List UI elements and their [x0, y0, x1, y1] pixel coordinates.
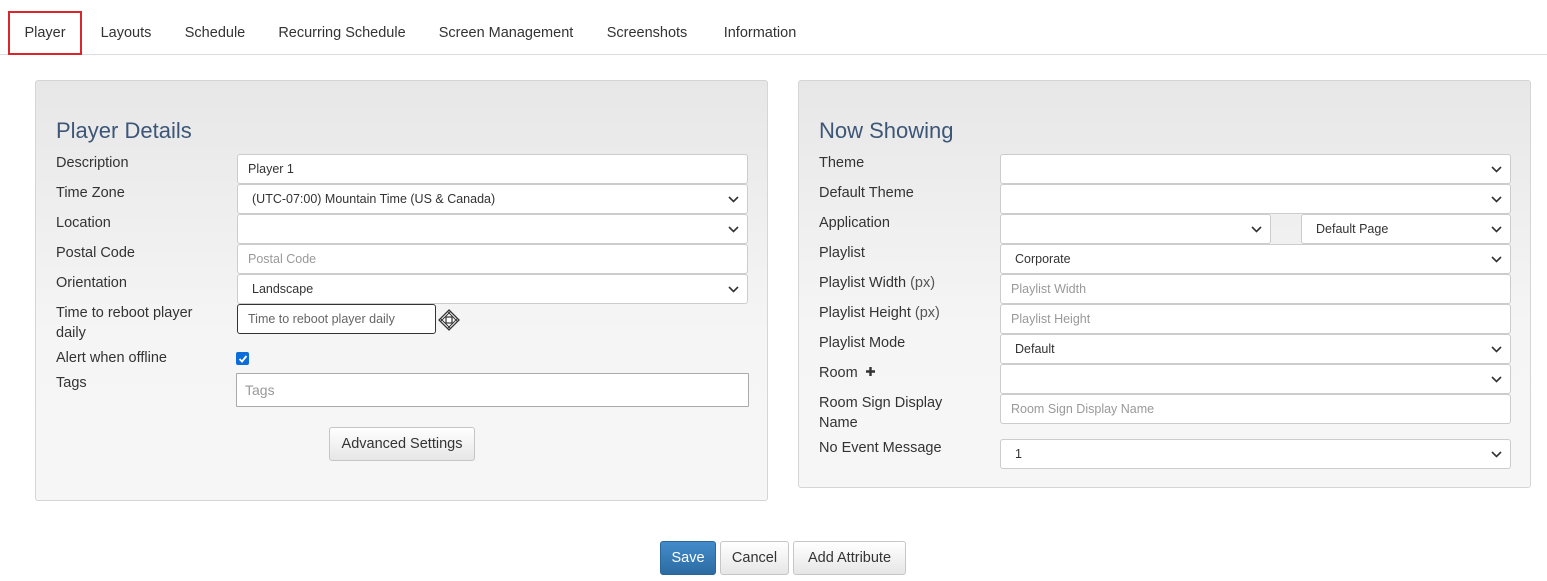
time-zone-value: (UTC-07:00) Mountain Time (US & Canada) — [252, 192, 496, 206]
player-details-title: Player Details — [56, 118, 192, 143]
chevron-down-icon — [1491, 185, 1502, 213]
playlist-height-label-text: Playlist Height — [819, 305, 911, 321]
reboot-label-line1: Time to reboot player — [56, 305, 193, 321]
playlist-label: Playlist — [819, 245, 865, 261]
tab-recurring-schedule[interactable]: Recurring Schedule — [270, 11, 414, 55]
alert-offline-checkbox[interactable] — [236, 352, 249, 365]
time-zone-label: Time Zone — [56, 185, 125, 201]
player-details-panel: Player Details Description Player 1 Time… — [35, 80, 768, 501]
tab-bar: Player Layouts Schedule Recurring Schedu… — [0, 0, 1547, 55]
postal-code-label: Postal Code — [56, 245, 135, 261]
application-page-select[interactable]: Default Page — [1301, 214, 1511, 244]
add-attribute-button[interactable]: Add Attribute — [793, 541, 906, 575]
chevron-down-icon — [1251, 215, 1262, 243]
tags-input[interactable]: Tags — [236, 373, 749, 407]
now-showing-panel: Now Showing Theme Default Theme Applicat… — [798, 80, 1531, 488]
playlist-height-unit: (px) — [914, 305, 940, 321]
location-label: Location — [56, 215, 111, 231]
chevron-down-icon — [1491, 335, 1502, 363]
chevron-down-icon — [728, 215, 739, 243]
room-sign-label-line2: Name — [819, 415, 858, 431]
room-sign-label: Room Sign Display Name — [819, 393, 942, 433]
application-label: Application — [819, 215, 890, 231]
time-zone-select[interactable]: (UTC-07:00) Mountain Time (US & Canada) — [237, 184, 748, 214]
no-event-message-select[interactable]: 1 — [1000, 439, 1511, 469]
playlist-width-input[interactable]: Playlist Width — [1000, 274, 1511, 304]
theme-select[interactable] — [1000, 154, 1511, 184]
chevron-down-icon — [1491, 215, 1502, 243]
playlist-select[interactable]: Corporate — [1000, 244, 1511, 274]
playlist-mode-label: Playlist Mode — [819, 335, 906, 351]
description-input[interactable]: Player 1 — [237, 154, 748, 184]
orientation-label: Orientation — [56, 275, 127, 291]
tab-screenshots[interactable]: Screenshots — [598, 11, 696, 55]
alert-offline-label: Alert when offline — [56, 350, 167, 366]
default-theme-select[interactable] — [1000, 184, 1511, 214]
playlist-mode-select[interactable]: Default — [1000, 334, 1511, 364]
chevron-down-icon — [728, 275, 739, 303]
location-select[interactable] — [237, 214, 748, 244]
now-showing-title: Now Showing — [819, 118, 954, 143]
tab-schedule[interactable]: Schedule — [176, 11, 254, 55]
tab-player[interactable]: Player — [8, 11, 82, 55]
tab-screen-management[interactable]: Screen Management — [430, 11, 582, 55]
playlist-height-input[interactable]: Playlist Height — [1000, 304, 1511, 334]
default-theme-label: Default Theme — [819, 185, 914, 201]
playlist-height-label: Playlist Height (px) — [819, 303, 940, 323]
plus-icon[interactable] — [865, 363, 876, 383]
playlist-width-label-text: Playlist Width — [819, 275, 907, 291]
chevron-down-icon — [1491, 440, 1502, 468]
playlist-mode-value: Default — [1015, 342, 1055, 356]
save-button[interactable]: Save — [660, 541, 716, 575]
application-page-value: Default Page — [1316, 222, 1389, 236]
postal-code-input[interactable]: Postal Code — [237, 244, 748, 274]
advanced-settings-button[interactable]: Advanced Settings — [329, 427, 475, 461]
orientation-select[interactable]: Landscape — [237, 274, 748, 304]
playlist-width-unit: (px) — [910, 275, 936, 291]
tab-information[interactable]: Information — [712, 11, 808, 55]
room-sign-label-line1: Room Sign Display — [819, 395, 943, 411]
tags-label: Tags — [56, 375, 87, 391]
chevron-down-icon — [728, 185, 739, 213]
playlist-value: Corporate — [1015, 252, 1071, 266]
chevron-down-icon — [1491, 365, 1502, 393]
tab-layouts[interactable]: Layouts — [90, 11, 162, 55]
room-label-text: Room — [819, 365, 858, 381]
reboot-label-line2: daily — [56, 325, 86, 341]
room-select[interactable] — [1000, 364, 1511, 394]
reboot-time-input[interactable]: Time to reboot player daily — [237, 304, 436, 334]
playlist-width-label: Playlist Width (px) — [819, 273, 935, 293]
orientation-value: Landscape — [252, 282, 314, 296]
chevron-down-icon — [1491, 155, 1502, 183]
chevron-down-icon — [1491, 245, 1502, 273]
cancel-button[interactable]: Cancel — [720, 541, 789, 575]
reboot-label: Time to reboot player daily — [56, 303, 192, 343]
application-select[interactable] — [1000, 214, 1271, 244]
no-event-message-label: No Event Message — [819, 440, 942, 456]
description-label: Description — [56, 155, 129, 171]
room-label: Room — [819, 363, 876, 383]
no-event-message-value: 1 — [1015, 447, 1022, 461]
theme-label: Theme — [819, 155, 865, 171]
room-sign-input[interactable]: Room Sign Display Name — [1000, 394, 1511, 424]
clock-picker-icon[interactable] — [438, 309, 460, 331]
